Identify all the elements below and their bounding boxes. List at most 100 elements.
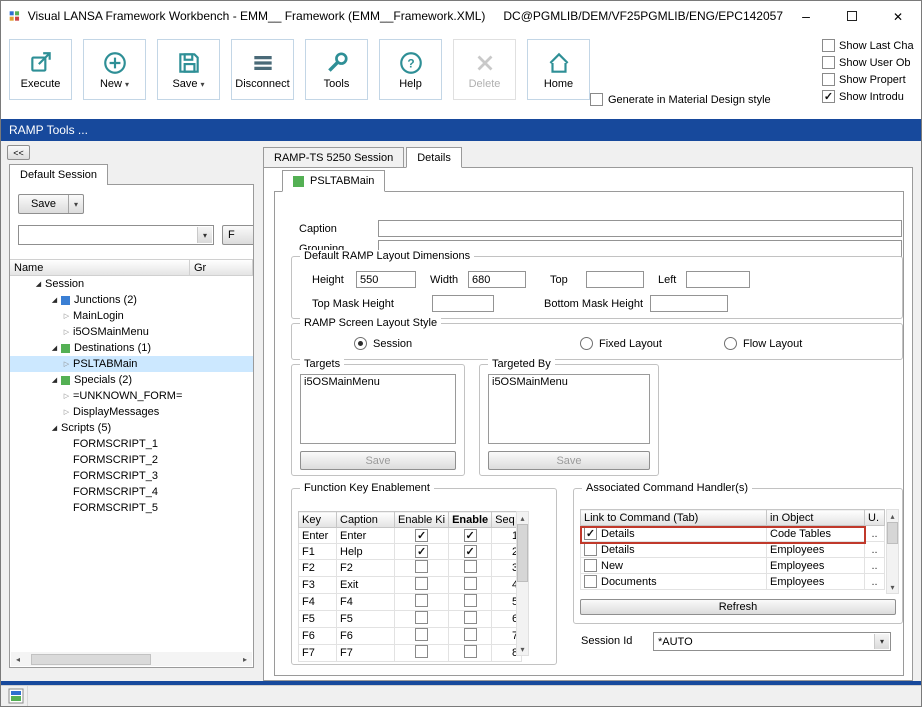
left-input[interactable] xyxy=(686,271,750,288)
session-radio[interactable] xyxy=(354,337,367,350)
tree-item-formscript-5[interactable]: FORMSCRIPT_5 xyxy=(10,500,253,516)
tree-item-scripts[interactable]: Scripts (5) xyxy=(10,420,253,436)
tree-item-unknown-form[interactable]: =UNKNOWN_FORM= xyxy=(10,388,253,404)
scroll-right-icon[interactable] xyxy=(238,655,252,664)
handler-more-button[interactable]: .. xyxy=(868,560,881,572)
fk-row[interactable]: EnterEnter1 xyxy=(299,528,522,544)
fk-row[interactable]: F6F67 xyxy=(299,628,522,645)
fk-col-enable-key[interactable]: Enable Ki xyxy=(395,512,449,528)
height-input[interactable] xyxy=(356,271,416,288)
column-header-group[interactable]: Gr xyxy=(190,259,253,276)
handler-checkbox[interactable] xyxy=(584,575,597,588)
tab-default-session[interactable]: Default Session xyxy=(9,164,108,185)
fk-enable-key-checkbox[interactable] xyxy=(415,628,428,641)
tree-item-i5osmainmenu[interactable]: i5OSMainMenu xyxy=(10,324,253,340)
scroll-down-icon[interactable] xyxy=(890,581,894,593)
fk-col-key[interactable]: Key xyxy=(299,512,337,528)
expander-icon[interactable] xyxy=(50,296,59,304)
handler-more-button[interactable]: .. xyxy=(868,576,881,588)
targets-listbox[interactable]: i5OSMainMenu xyxy=(300,374,456,444)
tree-filter-combobox[interactable] xyxy=(18,225,214,245)
tree-item-formscript-3[interactable]: FORMSCRIPT_3 xyxy=(10,468,253,484)
fk-enable-key-checkbox[interactable] xyxy=(415,560,428,573)
fk-col-enable[interactable]: Enable xyxy=(449,512,492,528)
scroll-up-icon[interactable] xyxy=(520,512,524,524)
tree-item-junctions[interactable]: Junctions (2) xyxy=(10,292,253,308)
fk-enable-checkbox[interactable] xyxy=(464,645,477,658)
fk-row[interactable]: F1Help2 xyxy=(299,544,522,560)
handler-more-button[interactable]: .. xyxy=(868,544,881,556)
session-id-combobox[interactable]: *AUTO xyxy=(653,632,891,651)
fk-enable-checkbox[interactable] xyxy=(464,560,477,573)
targeted-by-listbox[interactable]: i5OSMainMenu xyxy=(488,374,650,444)
column-header-name[interactable]: Name xyxy=(10,259,190,276)
fk-enable-checkbox[interactable] xyxy=(464,628,477,641)
fk-col-caption[interactable]: Caption xyxy=(337,512,395,528)
find-button[interactable]: F xyxy=(222,225,254,245)
scroll-left-icon[interactable] xyxy=(11,655,25,664)
bottom-mask-input[interactable] xyxy=(650,295,728,312)
handlers-vertical-scrollbar[interactable] xyxy=(886,509,899,594)
collapse-panel-button[interactable]: << xyxy=(7,145,30,160)
expander-icon[interactable] xyxy=(62,328,71,336)
handler-more-button[interactable]: .. xyxy=(868,528,881,540)
fk-enable-key-checkbox[interactable] xyxy=(415,545,428,558)
expander-icon[interactable] xyxy=(50,376,59,384)
expander-icon[interactable] xyxy=(62,312,71,320)
execute-button[interactable]: Execute xyxy=(9,39,72,100)
expander-icon[interactable] xyxy=(62,360,71,368)
scroll-down-icon[interactable] xyxy=(520,643,524,655)
tree-horizontal-scrollbar[interactable] xyxy=(11,652,252,666)
expander-icon[interactable] xyxy=(50,344,59,352)
scrollbar-thumb[interactable] xyxy=(887,522,898,544)
tree-item-formscript-4[interactable]: FORMSCRIPT_4 xyxy=(10,484,253,500)
handler-row-new-employees[interactable]: New Employees .. xyxy=(581,558,885,574)
tree-item-formscript-1[interactable]: FORMSCRIPT_1 xyxy=(10,436,253,452)
handler-col-object[interactable]: in Object xyxy=(767,510,865,526)
handler-checkbox[interactable] xyxy=(584,559,597,572)
fk-enable-checkbox[interactable] xyxy=(464,545,477,558)
caption-input[interactable] xyxy=(378,220,902,237)
fk-enable-key-checkbox[interactable] xyxy=(415,577,428,590)
fk-enable-checkbox[interactable] xyxy=(464,611,477,624)
fk-vertical-scrollbar[interactable] xyxy=(516,511,529,656)
handler-row-details-codetables[interactable]: Details Code Tables .. xyxy=(581,526,885,542)
disconnect-button[interactable]: Disconnect xyxy=(231,39,294,100)
fk-enable-checkbox[interactable] xyxy=(464,594,477,607)
material-design-checkbox[interactable] xyxy=(590,93,603,106)
scrollbar-thumb[interactable] xyxy=(517,524,528,582)
width-input[interactable] xyxy=(468,271,526,288)
fk-enable-key-checkbox[interactable] xyxy=(415,611,428,624)
fk-row[interactable]: F4F45 xyxy=(299,594,522,611)
combo-dropdown-icon[interactable] xyxy=(197,227,212,243)
fk-enable-key-checkbox[interactable] xyxy=(415,594,428,607)
maximize-button[interactable] xyxy=(829,1,875,31)
tree-item-displaymessages[interactable]: DisplayMessages xyxy=(10,404,253,420)
handler-row-documents-employees[interactable]: Documents Employees .. xyxy=(581,574,885,590)
minimize-button[interactable] xyxy=(783,1,829,31)
show-introduction-checkbox[interactable] xyxy=(822,90,835,103)
fk-enable-key-checkbox[interactable] xyxy=(415,645,428,658)
fixed-layout-radio[interactable] xyxy=(580,337,593,350)
home-button[interactable]: Home xyxy=(527,39,590,100)
new-button[interactable]: New xyxy=(83,39,146,100)
targets-list-item[interactable]: i5OSMainMenu xyxy=(301,375,455,389)
flow-layout-radio[interactable] xyxy=(724,337,737,350)
expander-icon[interactable] xyxy=(62,408,71,416)
handler-checkbox[interactable] xyxy=(584,527,597,540)
handler-row-details-employees[interactable]: Details Employees .. xyxy=(581,542,885,558)
fk-enable-checkbox[interactable] xyxy=(464,577,477,590)
scrollbar-thumb[interactable] xyxy=(31,654,151,665)
tree-item-session[interactable]: Session xyxy=(10,276,253,292)
tools-button[interactable]: Tools xyxy=(305,39,368,100)
show-properties-checkbox[interactable] xyxy=(822,73,835,86)
fk-enable-checkbox[interactable] xyxy=(464,529,477,542)
refresh-button[interactable]: Refresh xyxy=(580,599,896,615)
status-cell[interactable] xyxy=(4,686,28,706)
tree-save-button[interactable]: Save xyxy=(18,194,84,214)
scroll-up-icon[interactable] xyxy=(890,510,894,522)
show-last-checkbox[interactable] xyxy=(822,39,835,52)
fk-row[interactable]: F2F23 xyxy=(299,560,522,577)
show-user-checkbox[interactable] xyxy=(822,56,835,69)
save-button[interactable]: Save xyxy=(157,39,220,100)
